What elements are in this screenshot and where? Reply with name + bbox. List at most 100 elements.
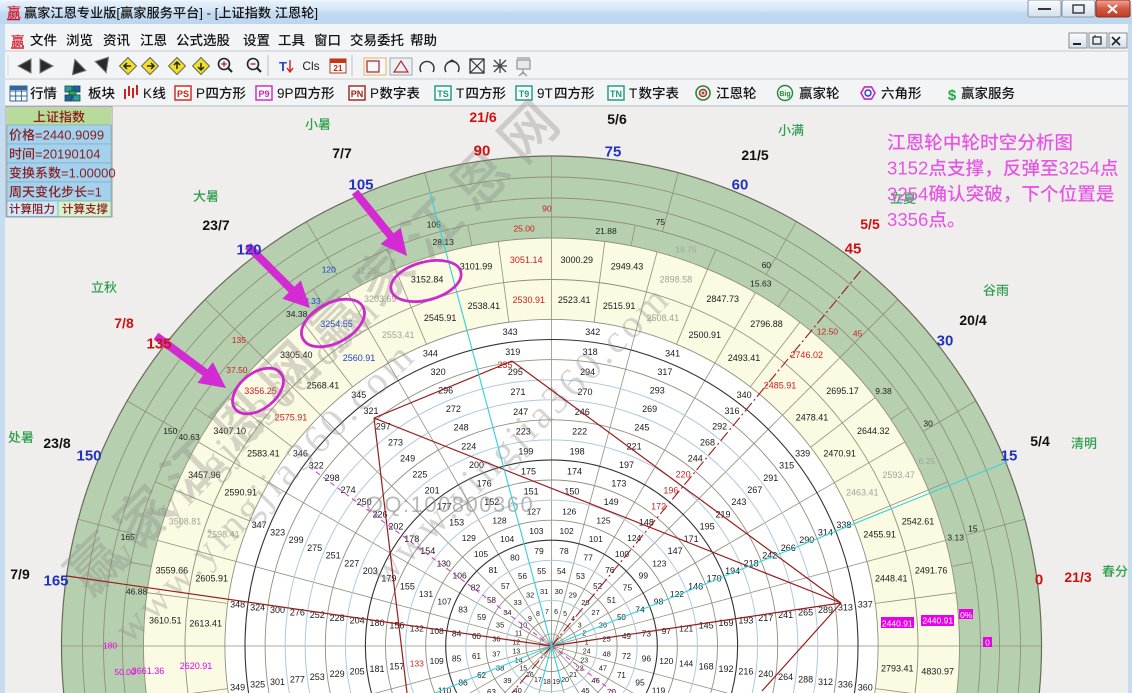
svg-text:60: 60: [472, 632, 481, 641]
svg-text:7: 7: [545, 609, 549, 616]
svg-text:45: 45: [845, 240, 862, 257]
svg-text:293: 293: [650, 386, 665, 396]
svg-text:249: 249: [400, 454, 415, 464]
svg-text:3101.99: 3101.99: [460, 261, 493, 271]
svg-text:=2440.9099: =2440.9099: [35, 128, 104, 143]
svg-text:128: 128: [492, 516, 506, 526]
svg-text:173: 173: [611, 478, 626, 488]
svg-text:84: 84: [452, 629, 462, 639]
svg-text:316: 316: [724, 406, 739, 416]
svg-text:37: 37: [492, 649, 500, 658]
svg-text:34: 34: [503, 608, 511, 617]
svg-text:6.25: 6.25: [919, 456, 936, 466]
svg-text:181: 181: [369, 664, 384, 674]
svg-text:2448.41: 2448.41: [875, 573, 908, 583]
svg-text:54: 54: [557, 567, 566, 576]
svg-text:197: 197: [619, 460, 634, 470]
svg-text:277: 277: [290, 675, 305, 685]
svg-text:0: 0: [985, 638, 990, 648]
svg-text:2644.32: 2644.32: [857, 426, 890, 436]
svg-text:123: 123: [652, 558, 666, 568]
svg-text:245: 245: [634, 423, 649, 433]
svg-text:7/7: 7/7: [332, 145, 352, 161]
svg-text:20: 20: [561, 677, 569, 684]
svg-text:39: 39: [503, 676, 511, 685]
svg-text:349: 349: [230, 682, 245, 692]
svg-text:15: 15: [1001, 447, 1018, 464]
svg-text:0%: 0%: [960, 610, 973, 620]
svg-text:336: 336: [838, 680, 853, 690]
svg-text:229: 229: [330, 669, 345, 679]
svg-text:2478.41: 2478.41: [796, 413, 829, 423]
svg-text:323: 323: [270, 528, 285, 538]
svg-text:23/7: 23/7: [202, 217, 229, 233]
svg-text:11: 11: [515, 630, 522, 637]
svg-text:9.38: 9.38: [875, 386, 892, 396]
svg-text:273: 273: [388, 438, 403, 448]
svg-text:2949.43: 2949.43: [611, 261, 644, 271]
svg-text:312: 312: [818, 677, 833, 687]
svg-text:103: 103: [529, 526, 543, 536]
svg-text:90: 90: [542, 204, 552, 214]
svg-text:3.13: 3.13: [947, 533, 964, 543]
svg-text:102: 102: [560, 526, 574, 536]
svg-text:18.75: 18.75: [675, 245, 697, 255]
svg-text:TN: TN: [610, 89, 622, 99]
svg-text:71: 71: [617, 671, 626, 680]
svg-text:3254: 3254: [887, 183, 928, 204]
svg-text:80: 80: [510, 553, 520, 563]
svg-text:97: 97: [662, 626, 672, 636]
svg-text:325: 325: [250, 680, 265, 690]
svg-text:2593.47: 2593.47: [882, 470, 915, 480]
svg-text:301: 301: [270, 677, 285, 687]
svg-text:T: T: [456, 86, 464, 101]
svg-text:30: 30: [923, 418, 933, 428]
svg-text:2463.41: 2463.41: [846, 488, 879, 498]
svg-text:268: 268: [700, 438, 715, 448]
svg-text:269: 269: [642, 404, 657, 414]
svg-text:319: 319: [505, 347, 520, 357]
svg-text:101: 101: [589, 534, 603, 544]
svg-text:2746.02: 2746.02: [790, 350, 823, 360]
svg-text:6: 6: [554, 609, 558, 616]
svg-text:61: 61: [472, 652, 481, 661]
svg-text:2695.17: 2695.17: [826, 386, 859, 396]
svg-text:2898.58: 2898.58: [660, 275, 693, 285]
svg-text:4830.97: 4830.97: [921, 666, 954, 676]
svg-text:2: 2: [582, 630, 586, 637]
svg-text:31: 31: [540, 587, 548, 596]
svg-text:126: 126: [562, 506, 576, 516]
svg-text:3000.29: 3000.29: [561, 255, 594, 265]
svg-text:129: 129: [462, 533, 476, 543]
svg-text:2613.41: 2613.41: [189, 618, 222, 628]
svg-text:60: 60: [762, 260, 772, 270]
svg-text:49: 49: [622, 632, 631, 641]
svg-text:P: P: [196, 86, 205, 101]
svg-text:3: 3: [578, 622, 582, 629]
svg-text:340: 340: [737, 390, 752, 400]
svg-text:75: 75: [623, 583, 633, 593]
svg-text:243: 243: [731, 497, 746, 507]
svg-text:156: 156: [389, 621, 404, 631]
svg-text:27: 27: [591, 608, 599, 617]
svg-text:45: 45: [581, 686, 589, 693]
svg-text:74: 74: [635, 604, 645, 614]
svg-text:24: 24: [583, 649, 591, 656]
svg-text:] - [: ] - [: [199, 6, 218, 21]
svg-text:2538.41: 2538.41: [468, 301, 501, 311]
svg-text:15: 15: [968, 523, 978, 533]
svg-text:168: 168: [699, 661, 714, 671]
svg-text:=1: =1: [87, 185, 102, 200]
svg-text:275: 275: [307, 543, 322, 553]
svg-text:274: 274: [341, 485, 356, 495]
svg-text:75: 75: [656, 217, 666, 227]
svg-text:47: 47: [599, 663, 607, 672]
svg-text:225: 225: [412, 470, 427, 480]
svg-text:Cls: Cls: [302, 59, 319, 73]
svg-text:147: 147: [668, 546, 683, 556]
svg-text:157: 157: [389, 661, 404, 671]
svg-text:165: 165: [43, 572, 68, 589]
svg-text:180: 180: [103, 641, 117, 651]
svg-text:K: K: [143, 86, 152, 101]
svg-text:2440.91: 2440.91: [922, 616, 953, 626]
